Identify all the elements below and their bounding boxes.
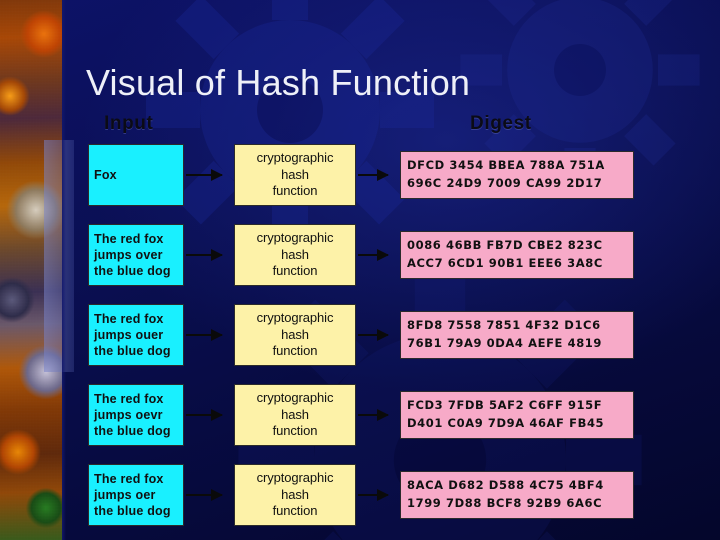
- digest-line: 8FD8 7558 7851 4F32 D1C6: [407, 318, 601, 333]
- fn-line: hash: [281, 326, 309, 342]
- arrow-function-to-digest-icon: [358, 169, 389, 181]
- fn-line: cryptographic: [256, 230, 334, 246]
- hash-row: The red fox jumps oer the blue dog crypt…: [0, 464, 720, 526]
- slide-canvas: Visual of Hash Function Input Digest Fox…: [0, 0, 720, 540]
- input-line: Fox: [94, 167, 117, 182]
- fn-line: function: [272, 263, 318, 279]
- digest-line: DFCD 3454 BBEA 788A 751A: [407, 158, 605, 173]
- input-box: Fox: [88, 144, 184, 206]
- input-line: jumps ouer: [94, 327, 164, 342]
- arrow-input-to-function-icon: [186, 409, 223, 421]
- input-line: The red fox: [94, 471, 164, 486]
- hash-function-box: cryptographic hash function: [234, 464, 356, 526]
- fn-line: hash: [281, 486, 309, 502]
- digest-box: 8FD8 7558 7851 4F32 D1C6 76B1 79A9 0DA4 …: [400, 311, 634, 359]
- input-line: jumps oer: [94, 487, 156, 502]
- fn-line: cryptographic: [256, 470, 334, 486]
- digest-box: 8ACA D682 D588 4C75 4BF4 1799 7D88 BCF8 …: [400, 471, 634, 519]
- fn-line: hash: [281, 406, 309, 422]
- input-line: the blue dog: [94, 264, 171, 279]
- fn-line: function: [272, 503, 318, 519]
- digest-box: 0086 46BB FB7D CBE2 823C ACC7 6CD1 90B1 …: [400, 231, 634, 279]
- digest-line: FCD3 7FDB 5AF2 C6FF 915F: [407, 398, 603, 413]
- column-heading-input: Input: [104, 113, 154, 134]
- digest-box: FCD3 7FDB 5AF2 C6FF 915F D401 C0A9 7D9A …: [400, 391, 634, 439]
- digest-line: 0086 46BB FB7D CBE2 823C: [407, 238, 603, 253]
- digest-line: D401 C0A9 7D9A 46AF FB45: [407, 416, 605, 430]
- fn-line: function: [272, 423, 318, 439]
- digest-line: ACC7 6CD1 90B1 EEE6 3A8C: [407, 256, 603, 270]
- page-title: Visual of Hash Function: [86, 62, 471, 103]
- hash-function-box: cryptographic hash function: [234, 224, 356, 286]
- digest-box: DFCD 3454 BBEA 788A 751A 696C 24D9 7009 …: [400, 151, 634, 199]
- input-line: The red fox: [94, 231, 164, 246]
- fn-line: cryptographic: [256, 150, 334, 166]
- hash-function-box: cryptographic hash function: [234, 144, 356, 206]
- gear-watermark-icon: [140, 0, 440, 260]
- input-line: the blue dog: [94, 504, 171, 519]
- hash-function-box: cryptographic hash function: [234, 304, 356, 366]
- hash-function-box: cryptographic hash function: [234, 384, 356, 446]
- arrow-input-to-function-icon: [186, 249, 223, 261]
- input-box: The red fox jumps ouer the blue dog: [88, 304, 184, 366]
- input-box: The red fox jumps oevr the blue dog: [88, 384, 184, 446]
- hash-row: The red fox jumps over the blue dog cryp…: [0, 224, 720, 286]
- arrow-function-to-digest-icon: [358, 249, 389, 261]
- hash-row: The red fox jumps ouer the blue dog cryp…: [0, 304, 720, 366]
- fn-line: hash: [281, 166, 309, 182]
- digest-line: 76B1 79A9 0DA4 AEFE 4819: [407, 336, 603, 350]
- input-line: the blue dog: [94, 424, 171, 439]
- column-heading-digest: Digest: [470, 113, 532, 134]
- input-box: The red fox jumps over the blue dog: [88, 224, 184, 286]
- hash-row: The red fox jumps oevr the blue dog cryp…: [0, 384, 720, 446]
- digest-line: 1799 7D88 BCF8 92B9 6A6C: [407, 496, 603, 510]
- fn-line: function: [272, 183, 318, 199]
- fn-line: function: [272, 343, 318, 359]
- input-line: jumps oevr: [94, 407, 163, 422]
- digest-line: 696C 24D9 7009 CA99 2D17: [407, 176, 603, 190]
- arrow-input-to-function-icon: [186, 329, 223, 341]
- input-line: The red fox: [94, 391, 164, 406]
- input-line: jumps over: [94, 247, 163, 262]
- fn-line: cryptographic: [256, 310, 334, 326]
- arrow-function-to-digest-icon: [358, 329, 389, 341]
- arrow-function-to-digest-icon: [358, 409, 389, 421]
- fn-line: hash: [281, 246, 309, 262]
- hash-row: Fox cryptographic hash function DFCD 345…: [0, 144, 720, 206]
- input-box: The red fox jumps oer the blue dog: [88, 464, 184, 526]
- digest-line: 8ACA D682 D588 4C75 4BF4: [407, 478, 604, 493]
- arrow-input-to-function-icon: [186, 169, 223, 181]
- arrow-input-to-function-icon: [186, 489, 223, 501]
- arrow-function-to-digest-icon: [358, 489, 389, 501]
- input-line: The red fox: [94, 311, 164, 326]
- input-line: the blue dog: [94, 344, 171, 359]
- fn-line: cryptographic: [256, 390, 334, 406]
